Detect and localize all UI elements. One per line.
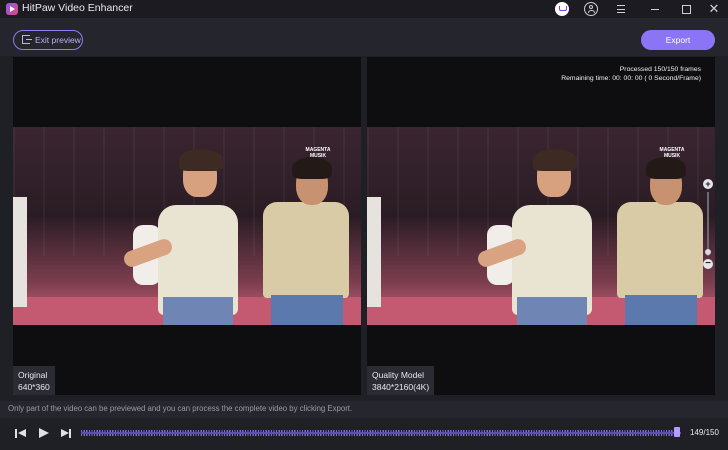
menu-line	[617, 8, 625, 10]
exit-icon	[22, 35, 32, 44]
playback-controls: 149/150	[0, 418, 728, 450]
zoom-control: + −	[701, 179, 715, 271]
timeline-handle[interactable]	[674, 427, 680, 437]
original-caption: Original 640*360	[13, 366, 55, 395]
export-button[interactable]: Export	[641, 30, 715, 50]
model-title: Quality Model	[372, 370, 424, 380]
exit-preview-label: Exit preview	[35, 35, 81, 45]
performer-jeans	[625, 295, 697, 325]
app-logo-icon	[6, 3, 18, 15]
watermark-line: MUSIK	[663, 153, 681, 159]
performer-hair	[646, 157, 686, 179]
play-icon[interactable]	[37, 427, 51, 440]
performer-jeans	[163, 297, 233, 325]
info-bar: Only part of the video can be previewed …	[0, 401, 728, 418]
timeline-track	[81, 432, 681, 434]
background-dancer	[367, 197, 381, 307]
enhanced-preview-panel: Processed 150/150 frames Remaining time:…	[367, 57, 715, 395]
frame-timeline[interactable]	[81, 427, 681, 437]
preview-header: Exit preview Export	[0, 18, 728, 56]
original-preview-panel: MAGENTA MUSIK Original 640*360	[13, 57, 361, 395]
original-video-frame: MAGENTA MUSIK	[13, 127, 361, 325]
processed-frames-text: Processed 150/150 frames	[619, 66, 701, 73]
original-title: Original	[18, 370, 48, 380]
maximize-icon[interactable]	[679, 2, 693, 16]
exit-preview-button[interactable]: Exit preview	[13, 30, 83, 50]
user-icon[interactable]	[584, 2, 598, 16]
menu-line	[617, 12, 625, 14]
next-frame-icon[interactable]	[59, 427, 73, 440]
video-watermark: MAGENTA MUSIK	[303, 147, 333, 159]
close-icon[interactable]: ✕	[707, 2, 721, 16]
background-dancer	[13, 197, 27, 307]
zoom-in-icon[interactable]: +	[703, 179, 713, 189]
title-bar: HitPaw Video Enhancer ✕	[0, 0, 728, 18]
zoom-slider-handle[interactable]	[705, 249, 711, 255]
video-watermark: MAGENTA MUSIK	[657, 147, 687, 159]
processing-stats: Processed 150/150 frames Remaining time:…	[561, 65, 701, 83]
zoom-slider-track[interactable]	[707, 192, 709, 256]
minimize-icon[interactable]	[648, 2, 662, 16]
performer-body	[263, 202, 349, 298]
enhanced-resolution: 3840*2160(4K)	[372, 382, 430, 392]
remaining-time-text: Remaining time: 00: 00: 00 ( 0 Second/Fr…	[561, 75, 701, 82]
enhanced-video-frame: MAGENTA MUSIK	[367, 127, 715, 325]
performer-hair	[179, 149, 223, 171]
watermark-line: MUSIK	[309, 153, 327, 159]
cart-icon[interactable]	[555, 2, 569, 16]
previous-frame-icon[interactable]	[14, 427, 28, 440]
menu-icon[interactable]	[614, 2, 628, 16]
performer-body	[617, 202, 703, 298]
performer-hair	[292, 157, 332, 179]
app-title: HitPaw Video Enhancer	[22, 2, 133, 14]
preview-info-text: Only part of the video can be previewed …	[8, 404, 353, 413]
performer-jeans	[271, 295, 343, 325]
zoom-out-icon[interactable]: −	[703, 259, 713, 269]
performer-hair	[533, 149, 577, 171]
frame-counter: 149/150	[690, 428, 719, 437]
menu-line	[617, 5, 625, 7]
enhanced-caption: Quality Model 3840*2160(4K)	[367, 366, 435, 395]
original-resolution: 640*360	[18, 382, 50, 392]
performer-jeans	[517, 297, 587, 325]
